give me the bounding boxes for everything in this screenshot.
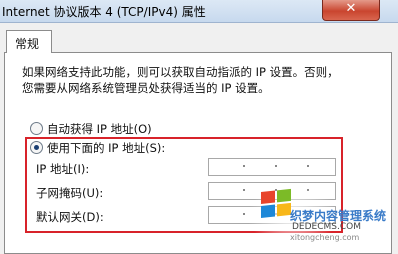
auto-ip-radio[interactable] (30, 122, 43, 135)
manual-ip-option[interactable]: 使用下面的 IP 地址(S): (30, 140, 165, 156)
default-gateway-label: 默认网关(D): (36, 210, 104, 224)
ip-address-label: IP 地址(I): (36, 162, 90, 176)
watermark-site: xitongcheng.com (290, 233, 360, 242)
close-icon: ✕ (345, 1, 357, 16)
auto-ip-option[interactable]: 自动获得 IP 地址(O) (30, 121, 152, 137)
description-line-1: 如果网络支持此功能，则可以获取自动指派的 IP 设置。否则， (22, 65, 339, 79)
auto-ip-label: 自动获得 IP 地址(O) (47, 122, 152, 136)
title-bar: Internet 协议版本 4 (TCP/IPv4) 属性 ✕ (0, 0, 398, 23)
manual-ip-label: 使用下面的 IP 地址(S): (47, 141, 166, 155)
tab-general[interactable]: 常规 (6, 30, 52, 53)
subnet-mask-label: 子网掩码(U): (36, 186, 104, 200)
manual-ip-radio[interactable] (30, 141, 43, 154)
window-title: Internet 协议版本 4 (TCP/IPv4) 属性 (2, 5, 206, 19)
description-text: 如果网络支持此功能，则可以获取自动指派的 IP 设置。否则， 您需要从网络系统管… (22, 64, 339, 96)
watermark-url: DEDECMS.COM (292, 222, 361, 232)
description-line-2: 您需要从网络系统管理员处获得适当的 IP 设置。 (22, 81, 270, 95)
close-button[interactable]: ✕ (322, 0, 380, 21)
tab-general-label: 常规 (15, 37, 40, 51)
ip-address-field[interactable] (208, 158, 336, 176)
